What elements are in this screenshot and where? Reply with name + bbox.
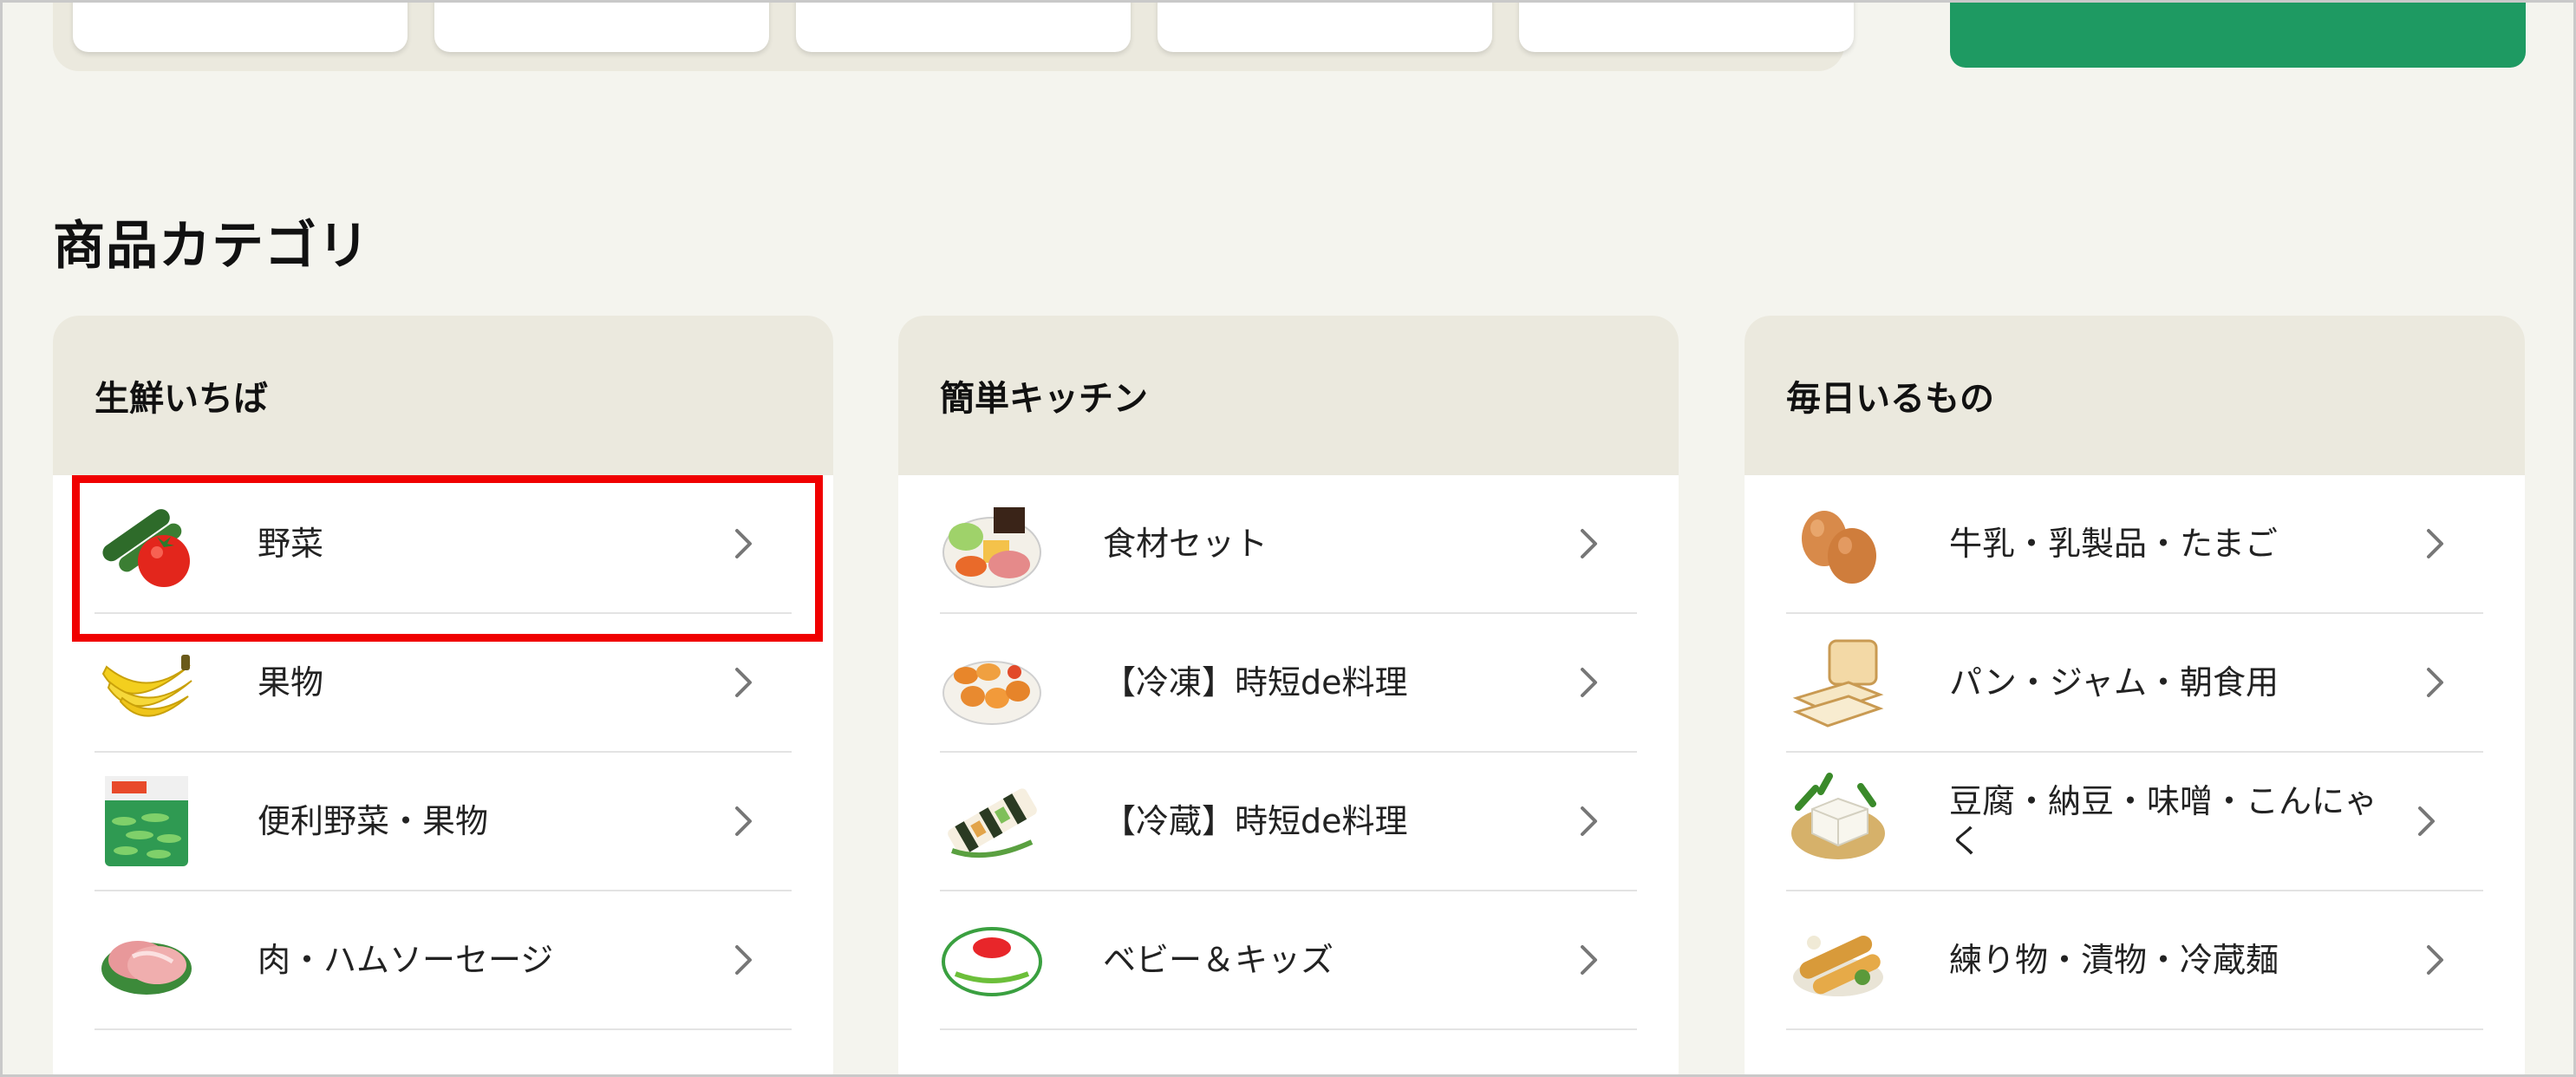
bread-icon <box>1786 630 1890 734</box>
panel-title: 生鮮いちば <box>53 316 833 475</box>
category-panel-easy-kitchen: 簡単キッチン 食材セット 【冷凍】時短de料理 【冷蔵】時短de料理 ベビー＆キ… <box>898 316 1679 1077</box>
promo-banner[interactable] <box>1950 0 2526 68</box>
category-item-baby-kids[interactable]: ベビー＆キッズ <box>940 891 1637 1030</box>
chevron-right-icon <box>717 656 769 708</box>
coop-baby-logo-icon <box>940 908 1044 1012</box>
category-item-label: 便利野菜・果物 <box>258 802 489 840</box>
chevron-right-icon <box>1562 795 1614 847</box>
category-item-label: 果物 <box>258 663 324 702</box>
chevron-right-icon <box>1562 518 1614 570</box>
meat-icon <box>95 908 199 1012</box>
chevron-right-icon <box>2409 656 2461 708</box>
section-title: 商品カテゴリ <box>53 216 370 277</box>
fish-cake-icon <box>1786 908 1890 1012</box>
category-item-meal-kits[interactable]: 食材セット <box>940 475 1637 614</box>
category-item-label: 【冷蔵】時短de料理 <box>1103 802 1408 840</box>
panel-title: 簡単キッチン <box>898 316 1679 475</box>
chevron-right-icon <box>1562 934 1614 986</box>
category-item-meat[interactable]: 肉・ハムソーセージ <box>95 891 792 1030</box>
top-card[interactable] <box>434 0 769 52</box>
chevron-right-icon <box>2400 795 2452 847</box>
chevron-right-icon <box>717 795 769 847</box>
category-item-fruit[interactable]: 果物 <box>95 614 792 753</box>
top-card[interactable] <box>73 0 408 52</box>
category-panel-daily-essentials: 毎日いるもの 牛乳・乳製品・たまご パン・ジャム・朝食用 豆腐・納豆・味噌・こん… <box>1745 316 2525 1077</box>
category-item-label: 練り物・漬物・冷蔵麺 <box>1949 941 2279 979</box>
category-item-frozen-quick-meals[interactable]: 【冷凍】時短de料理 <box>940 614 1637 753</box>
vegetables-icon <box>95 492 199 596</box>
category-item-chilled-quick-meals[interactable]: 【冷蔵】時短de料理 <box>940 753 1637 891</box>
category-item-fishcake-pickles-noodles[interactable]: 練り物・漬物・冷蔵麺 <box>1786 891 2483 1030</box>
category-item-bread-breakfast[interactable]: パン・ジャム・朝食用 <box>1786 614 2483 753</box>
top-card[interactable] <box>1158 0 1492 52</box>
chevron-right-icon <box>717 518 769 570</box>
category-item-convenient-produce[interactable]: 便利野菜・果物 <box>95 753 792 891</box>
meal-kit-icon <box>940 492 1044 596</box>
eggs-icon <box>1786 492 1890 596</box>
category-item-label: 野菜 <box>258 525 324 563</box>
category-item-label: ベビー＆キッズ <box>1103 941 1334 979</box>
category-item-dairy-eggs[interactable]: 牛乳・乳製品・たまご <box>1786 475 2483 614</box>
sushi-roll-icon <box>940 769 1044 873</box>
banana-icon <box>95 630 199 734</box>
category-item-label: 牛乳・乳製品・たまご <box>1949 525 2278 563</box>
category-item-label: 豆腐・納豆・味噌・こんにゃく <box>1949 782 2378 860</box>
category-item-tofu-natto-miso[interactable]: 豆腐・納豆・味噌・こんにゃく <box>1786 753 2483 891</box>
chevron-right-icon <box>2409 518 2461 570</box>
top-card[interactable] <box>796 0 1131 52</box>
category-item-label: 肉・ハムソーセージ <box>258 941 554 979</box>
tofu-icon <box>1786 769 1890 873</box>
top-card[interactable] <box>1519 0 1854 52</box>
chevron-right-icon <box>2409 934 2461 986</box>
frozen-beans-pack-icon <box>95 769 199 873</box>
category-panel-fresh: 生鮮いちば 野菜 果物 便利野菜・果物 肉・ハムソーセージ <box>53 316 833 1077</box>
panel-title: 毎日いるもの <box>1745 316 2525 475</box>
category-item-label: 【冷凍】時短de料理 <box>1103 663 1408 702</box>
chevron-right-icon <box>1562 656 1614 708</box>
category-item-label: 食材セット <box>1103 525 1268 563</box>
fried-food-icon <box>940 630 1044 734</box>
category-item-label: パン・ジャム・朝食用 <box>1949 663 2279 702</box>
chevron-right-icon <box>717 934 769 986</box>
category-item-vegetables[interactable]: 野菜 <box>95 475 792 614</box>
